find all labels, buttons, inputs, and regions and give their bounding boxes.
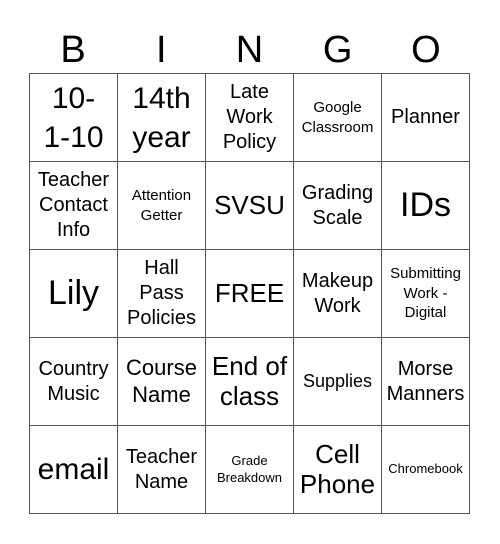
bingo-cell[interactable]: Teacher Contact Info: [30, 162, 118, 250]
bingo-cell[interactable]: Planner: [382, 74, 470, 162]
bingo-cell[interactable]: Teacher Name: [118, 426, 206, 514]
bingo-cell-label: SVSU: [214, 189, 285, 220]
header-letter-b: B: [60, 29, 86, 71]
bingo-cell-label: Submitting Work - Digital: [390, 265, 461, 322]
bingo-cell-label: 14th year: [132, 81, 191, 154]
bingo-cell[interactable]: Course Name: [118, 338, 206, 426]
bingo-cell-label: IDs: [400, 186, 451, 225]
bingo-cell-label: Attention Getter: [131, 187, 192, 224]
header-letter-o: O: [411, 29, 441, 71]
bingo-cell-label: Cell Phone: [299, 438, 376, 499]
bingo-cell-label: Grade Breakdown: [216, 452, 283, 485]
bingo-cell-label: Planner: [391, 106, 460, 128]
bingo-cell[interactable]: FREE: [206, 250, 294, 338]
bingo-cell[interactable]: Attention Getter: [118, 162, 206, 250]
bingo-header: B I N G O: [29, 28, 470, 73]
bingo-cell-label: Country Music: [38, 357, 109, 405]
bingo-cell-label: Morse Manners: [386, 357, 465, 405]
bingo-cell-label: Supplies: [302, 370, 373, 391]
bingo-grid: 10- 1-10 14th year Late Work Policy Google …: [29, 73, 470, 514]
bingo-cell-label: FREE: [214, 277, 285, 308]
header-letter-i: I: [156, 29, 167, 71]
bingo-cell-label: Chromebook: [388, 461, 463, 477]
bingo-cell[interactable]: Chromebook: [382, 426, 470, 514]
header-letter-n: N: [235, 29, 264, 71]
bingo-cell[interactable]: Morse Manners: [382, 338, 470, 426]
bingo-cell[interactable]: Makeup Work: [294, 250, 382, 338]
bingo-cell-label: Course Name: [126, 355, 197, 407]
bingo-cell[interactable]: IDs: [382, 162, 470, 250]
bingo-cell-label: End of class: [211, 350, 288, 411]
bingo-cell-label: email: [37, 453, 110, 486]
bingo-cell-label: Teacher Name: [125, 445, 198, 493]
bingo-cell-label: Grading Scale: [301, 181, 374, 229]
bingo-cell-label: Hall Pass Policies: [127, 257, 196, 329]
bingo-cell-label: Lily: [47, 274, 100, 313]
bingo-cell[interactable]: Supplies: [294, 338, 382, 426]
bingo-cell-label: 10- 1-10: [43, 81, 104, 154]
bingo-cell-label: Google Classroom: [301, 99, 374, 136]
bingo-cell[interactable]: Country Music: [30, 338, 118, 426]
bingo-cell[interactable]: 10- 1-10: [30, 74, 118, 162]
bingo-cell[interactable]: Grading Scale: [294, 162, 382, 250]
bingo-cell[interactable]: End of class: [206, 338, 294, 426]
bingo-cell[interactable]: Submitting Work - Digital: [382, 250, 470, 338]
bingo-cell[interactable]: Google Classroom: [294, 74, 382, 162]
bingo-cell-label: Makeup Work: [301, 269, 374, 317]
bingo-cell[interactable]: Grade Breakdown: [206, 426, 294, 514]
bingo-cell[interactable]: email: [30, 426, 118, 514]
bingo-cell[interactable]: Cell Phone: [294, 426, 382, 514]
bingo-cell[interactable]: Late Work Policy: [206, 74, 294, 162]
bingo-cell[interactable]: SVSU: [206, 162, 294, 250]
bingo-cell[interactable]: Hall Pass Policies: [118, 250, 206, 338]
header-letter-g: G: [322, 29, 353, 71]
bingo-cell-label: Late Work Policy: [222, 81, 277, 153]
bingo-cell[interactable]: 14th year: [118, 74, 206, 162]
bingo-cell[interactable]: Lily: [30, 250, 118, 338]
bingo-cell-label: Teacher Contact Info: [37, 169, 110, 241]
